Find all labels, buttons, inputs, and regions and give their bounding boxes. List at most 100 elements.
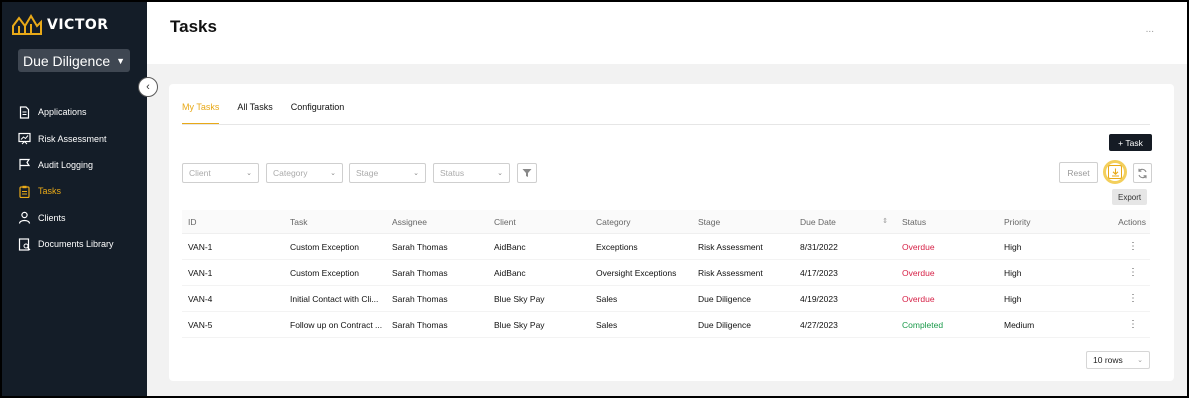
rows-per-page-label: 10 rows xyxy=(1093,355,1123,365)
cell-category: Oversight Exceptions xyxy=(596,267,677,278)
status-filter[interactable]: Status ⌄ xyxy=(433,163,510,183)
kebab-menu-icon[interactable]: ⋮ xyxy=(1126,319,1140,330)
column-header-stage[interactable]: Stage xyxy=(692,217,794,227)
column-header-client[interactable]: Client xyxy=(488,217,590,227)
cell-category: Sales xyxy=(596,319,618,330)
export-tooltip: Export xyxy=(1112,189,1148,205)
sidebar-item-label: Applications xyxy=(38,107,87,118)
cell-priority: High xyxy=(1004,241,1022,252)
column-header-status[interactable]: Status xyxy=(896,217,998,227)
sidebar-nav: Applications Risk Assessment Audit Loggi… xyxy=(18,99,142,257)
caret-down-icon: ▼ xyxy=(116,55,126,66)
cell-task[interactable]: Custom Exception xyxy=(284,268,386,278)
cell-status: Overdue xyxy=(902,241,935,252)
sidebar-item-documents-library[interactable]: Documents Library xyxy=(18,231,142,257)
module-selector-label: Due Diligence xyxy=(22,52,111,69)
sidebar-item-risk-assessment[interactable]: Risk Assessment xyxy=(18,125,142,151)
cell-due-date: 4/17/2023 xyxy=(800,267,838,278)
cell-id: VAN-4 xyxy=(188,293,213,304)
table-row[interactable]: VAN-1 Custom Exception Sarah Thomas AidB… xyxy=(182,234,1150,260)
funnel-icon xyxy=(522,169,532,177)
rows-per-page-select[interactable]: 10 rows ⌄ xyxy=(1086,351,1150,369)
sort-icon[interactable]: ⇕ xyxy=(882,217,888,225)
cell-assignee: Sarah Thomas xyxy=(392,319,448,330)
chevron-down-icon: ⌄ xyxy=(1137,357,1143,364)
sidebar-item-audit-logging[interactable]: Audit Logging xyxy=(18,152,142,178)
column-header-id[interactable]: ID xyxy=(182,217,284,227)
cell-actions: ⋮ xyxy=(1100,241,1150,252)
refresh-icon xyxy=(1138,168,1147,178)
tasks-table: ID Task Assignee Client Category Stage D… xyxy=(182,210,1150,338)
export-button-frame xyxy=(1108,165,1122,179)
cell-assignee: Sarah Thomas xyxy=(392,241,448,252)
column-header-due-date[interactable]: Due Date ⇕ xyxy=(794,217,896,227)
cell-category: Exceptions xyxy=(596,241,638,252)
tab-configuration[interactable]: Configuration xyxy=(291,102,345,124)
sidebar-collapse-button[interactable]: ‹ xyxy=(138,77,158,97)
table-row[interactable]: VAN-5 Follow up on Contract ... Sarah Th… xyxy=(182,312,1150,338)
sidebar-item-label: Audit Logging xyxy=(38,159,94,170)
client-filter[interactable]: Client ⌄ xyxy=(182,163,259,183)
cell-stage: Due Diligence xyxy=(698,319,751,330)
sidebar-item-clients[interactable]: Clients xyxy=(18,205,142,231)
brand-logo[interactable]: VICTOR xyxy=(11,12,109,38)
cell-id: VAN-1 xyxy=(188,267,213,278)
page-header: Tasks ... xyxy=(147,2,1187,64)
chevron-down-icon: ⌄ xyxy=(413,170,419,177)
sidebar-item-applications[interactable]: Applications xyxy=(18,99,142,125)
category-filter[interactable]: Category ⌄ xyxy=(266,163,343,183)
table-header: ID Task Assignee Client Category Stage D… xyxy=(182,210,1150,234)
chevron-left-icon: ‹ xyxy=(146,81,150,93)
tab-all-tasks[interactable]: All Tasks xyxy=(237,102,272,124)
cell-client: AidBanc xyxy=(494,267,526,278)
column-header-actions: Actions xyxy=(1118,216,1146,227)
kebab-menu-icon[interactable]: ⋮ xyxy=(1126,267,1140,278)
app-window: VICTOR Due Diligence ▼ Applications Risk… xyxy=(2,2,1187,396)
sidebar-item-label: Tasks xyxy=(38,186,62,197)
add-task-button[interactable]: + Task xyxy=(1109,134,1152,151)
sidebar-item-label: Clients xyxy=(38,212,66,223)
library-icon xyxy=(18,238,31,251)
cell-status: Overdue xyxy=(902,293,935,304)
clipboard-icon xyxy=(19,185,30,198)
sidebar: VICTOR Due Diligence ▼ Applications Risk… xyxy=(2,2,147,396)
column-header-assignee[interactable]: Assignee xyxy=(386,217,488,227)
user-icon xyxy=(18,212,31,224)
column-header-priority[interactable]: Priority xyxy=(998,217,1100,227)
cell-client: Blue Sky Pay xyxy=(494,293,545,304)
stage-filter[interactable]: Stage ⌄ xyxy=(349,163,426,183)
cell-actions: ⋮ xyxy=(1100,319,1150,330)
column-header-task[interactable]: Task xyxy=(284,217,386,227)
brand-name: VICTOR xyxy=(47,17,109,33)
cell-stage: Risk Assessment xyxy=(698,241,763,252)
cell-actions: ⋮ xyxy=(1100,293,1150,304)
sidebar-item-tasks[interactable]: Tasks xyxy=(18,178,142,204)
column-header-category[interactable]: Category xyxy=(590,217,692,227)
filter-button[interactable] xyxy=(517,163,537,183)
cell-task[interactable]: Follow up on Contract ... xyxy=(284,320,386,330)
module-selector[interactable]: Due Diligence ▼ xyxy=(18,49,130,72)
cell-task[interactable]: Initial Contact with Cli... xyxy=(284,294,386,304)
chevron-down-icon: ⌄ xyxy=(330,170,336,177)
cell-id: VAN-5 xyxy=(188,319,213,330)
document-icon xyxy=(19,106,30,119)
more-options-icon[interactable]: ... xyxy=(1146,24,1154,35)
cell-status: Overdue xyxy=(902,267,935,278)
tab-my-tasks[interactable]: My Tasks xyxy=(182,102,220,124)
cell-due-date: 8/31/2022 xyxy=(800,241,838,252)
tab-bar: My Tasks All Tasks Configuration xyxy=(182,102,1150,125)
table-row[interactable]: VAN-4 Initial Contact with Cli... Sarah … xyxy=(182,286,1150,312)
chart-icon xyxy=(18,132,31,145)
filter-placeholder: Status xyxy=(440,168,465,178)
cell-category: Sales xyxy=(596,293,618,304)
cell-task[interactable]: Custom Exception xyxy=(284,242,386,252)
page-title: Tasks xyxy=(170,17,217,36)
table-row[interactable]: VAN-1 Custom Exception Sarah Thomas AidB… xyxy=(182,260,1150,286)
kebab-menu-icon[interactable]: ⋮ xyxy=(1126,241,1140,252)
sidebar-item-label: Risk Assessment xyxy=(38,133,107,144)
kebab-menu-icon[interactable]: ⋮ xyxy=(1126,293,1140,304)
export-button[interactable] xyxy=(1103,160,1127,184)
refresh-button[interactable] xyxy=(1133,163,1152,183)
reset-button[interactable]: Reset xyxy=(1059,162,1098,183)
filter-placeholder: Client xyxy=(189,168,211,178)
